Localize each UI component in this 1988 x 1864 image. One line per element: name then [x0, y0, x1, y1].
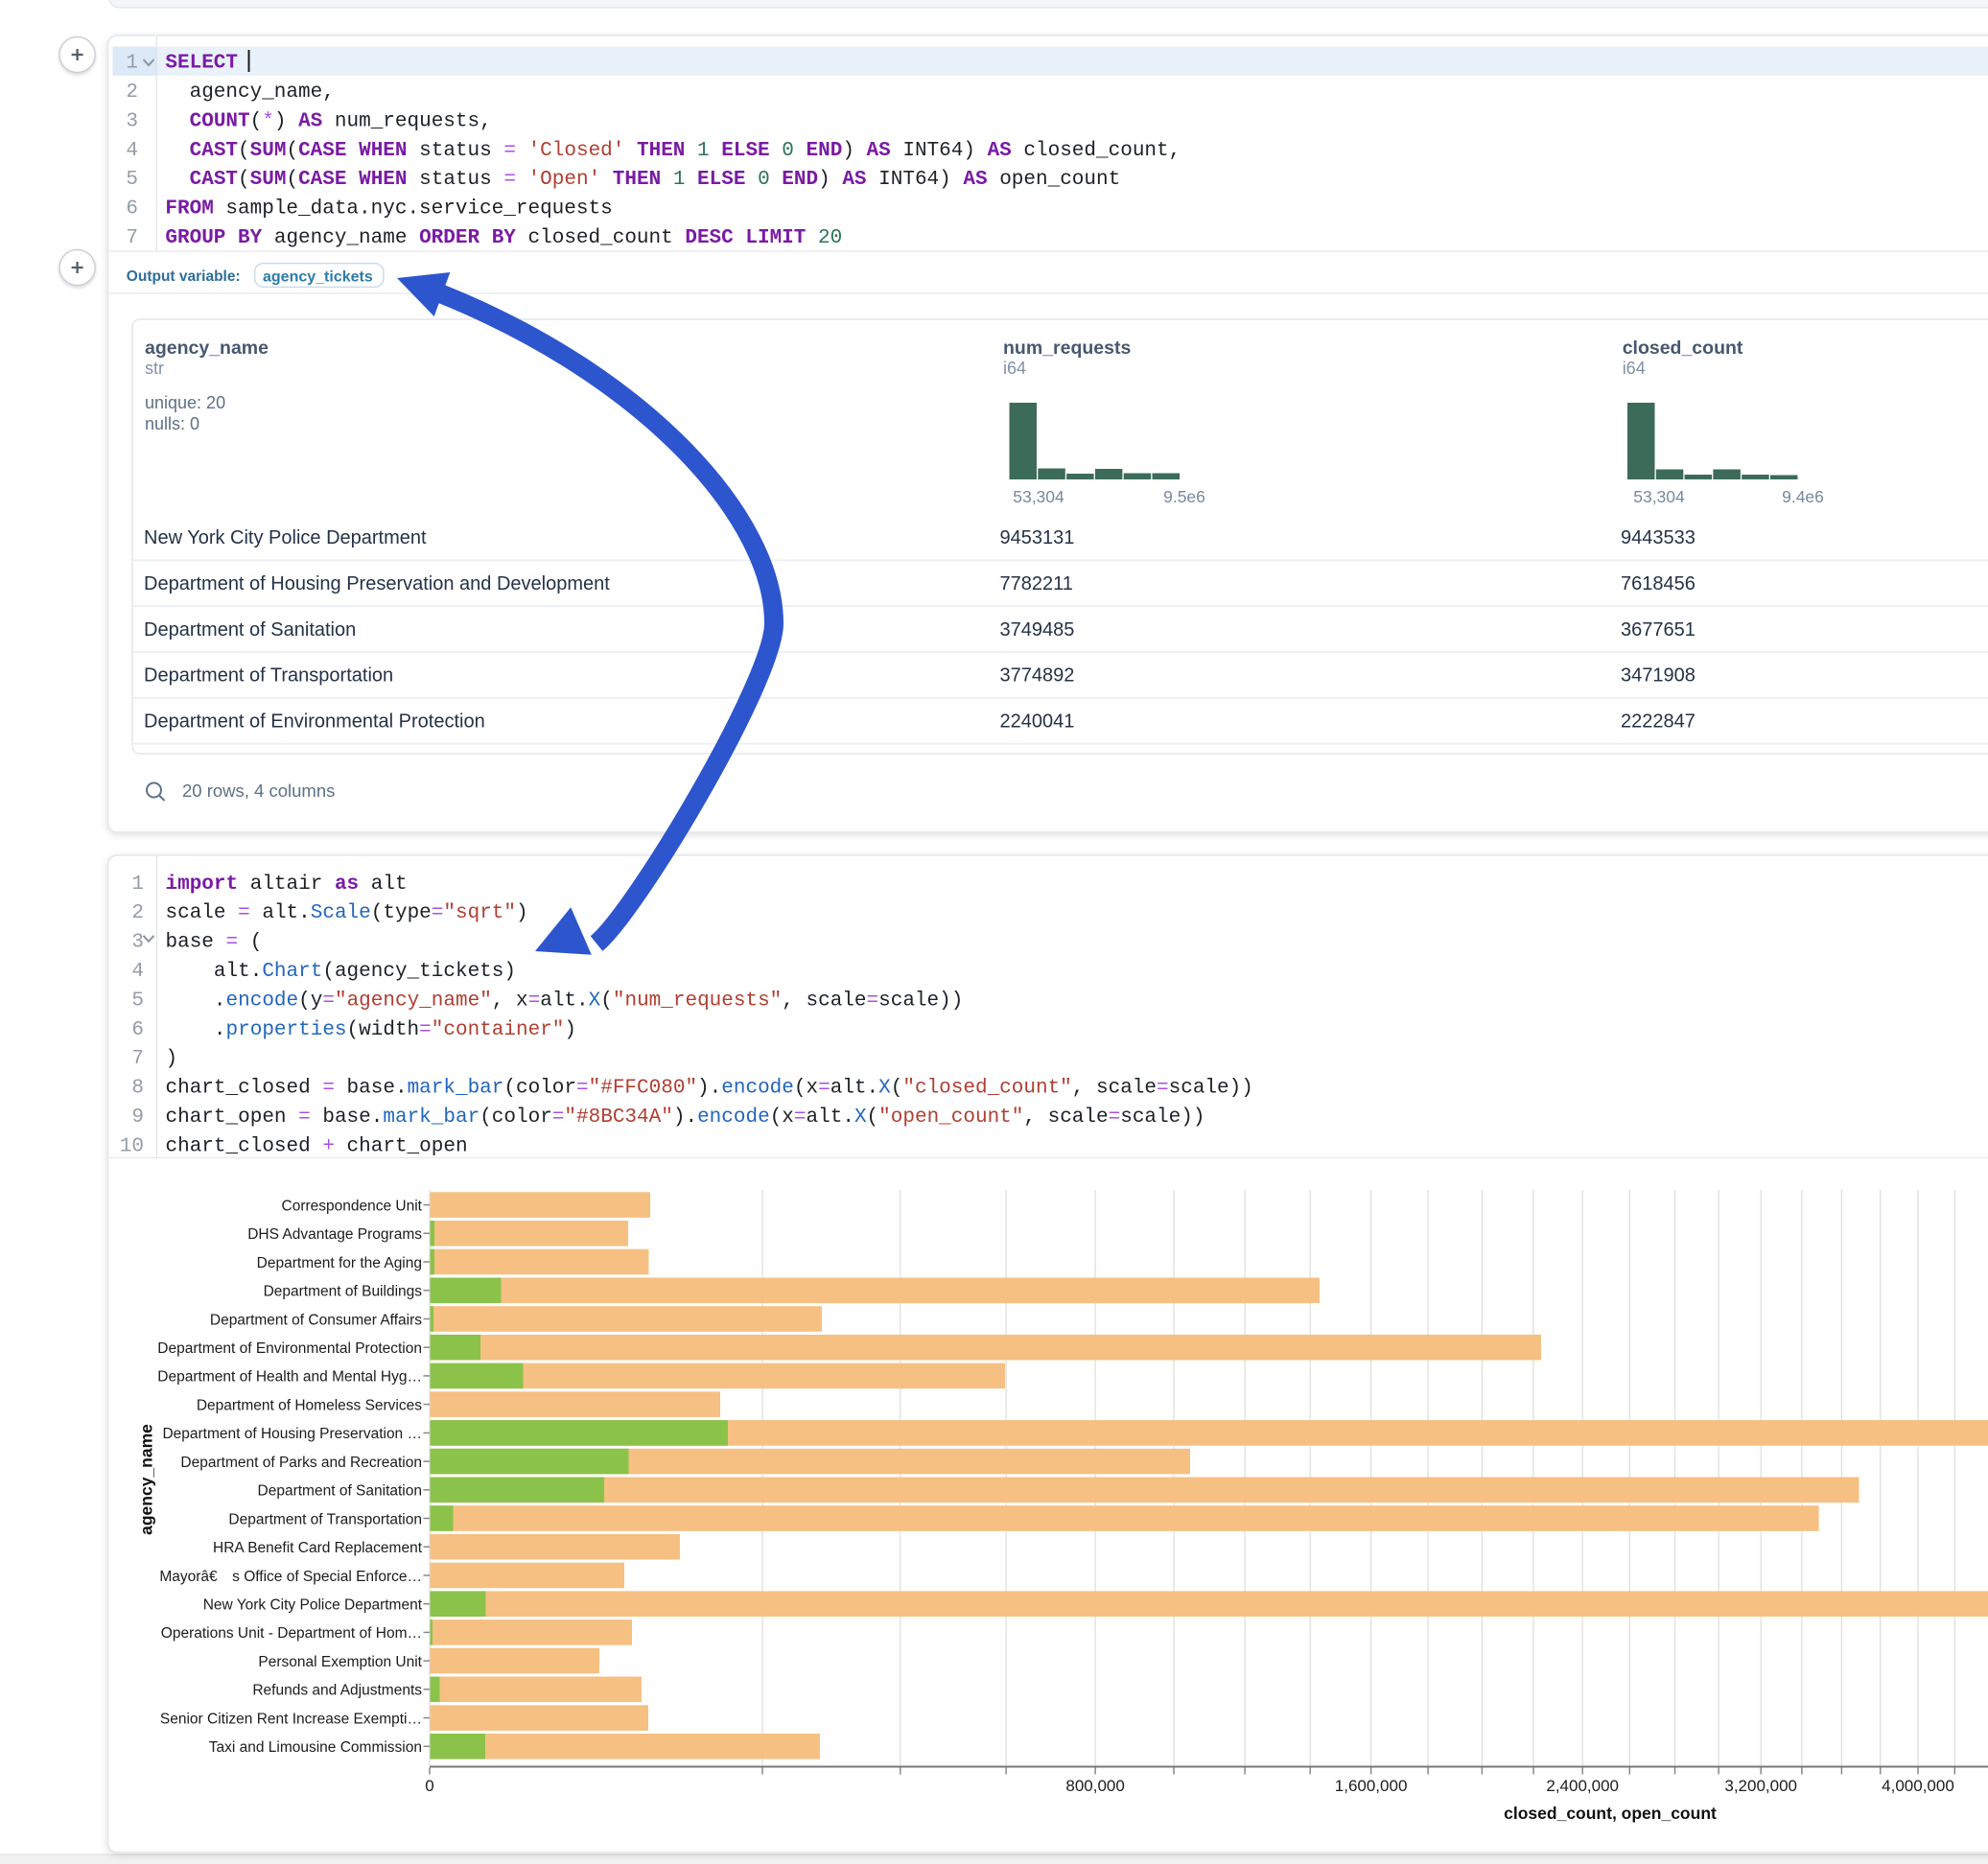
- svg-text:3471908: 3471908: [1621, 665, 1696, 687]
- svg-text:9453131: 9453131: [1000, 527, 1075, 548]
- svg-text:alt.Chart(agency_tickets): alt.Chart(agency_tickets): [166, 961, 516, 983]
- svg-text:i64: i64: [1003, 359, 1026, 378]
- svg-text:4: 4: [131, 961, 144, 983]
- svg-text:3: 3: [131, 932, 144, 954]
- svg-text:Personal Exemption Unit: Personal Exemption Unit: [258, 1654, 422, 1670]
- svg-text:COUNT(*) AS num_requests,: COUNT(*) AS num_requests,: [165, 110, 491, 132]
- svg-text:scale = alt.Scale(type="sqrt"): scale = alt.Scale(type="sqrt"): [166, 902, 528, 924]
- svg-text:0: 0: [425, 1777, 433, 1795]
- svg-text:Refunds and Adjustments: Refunds and Adjustments: [252, 1683, 422, 1699]
- svg-text:9443533: 9443533: [1621, 527, 1696, 548]
- svg-text:Department of Buildings: Department of Buildings: [264, 1284, 423, 1300]
- svg-text:chart_closed = base.mark_bar(c: chart_closed = base.mark_bar(color="#FFC…: [166, 1078, 1253, 1100]
- svg-text:Department of Consumer Affairs: Department of Consumer Affairs: [210, 1312, 422, 1328]
- svg-text:3: 3: [126, 110, 138, 132]
- svg-text:closed_count, open_count: closed_count, open_count: [1504, 1804, 1717, 1823]
- svg-text:Mayorâ€ s Office of Special En: Mayorâ€ s Office of Special Enforce…: [159, 1569, 422, 1585]
- svg-text:1: 1: [126, 53, 138, 75]
- svg-text:Taxi and Limousine Commission: Taxi and Limousine Commission: [209, 1739, 422, 1756]
- svg-text:Correspondence Unit: Correspondence Unit: [282, 1198, 423, 1214]
- svg-text:800,000: 800,000: [1065, 1777, 1124, 1795]
- svg-text:closed_count: closed_count: [1623, 338, 1743, 359]
- svg-text:DHS Advantage Programs: DHS Advantage Programs: [247, 1226, 422, 1243]
- svg-text:5: 5: [126, 169, 138, 191]
- svg-text:7782211: 7782211: [1000, 573, 1073, 594]
- svg-text:HRA Benefit Card Replacement: HRA Benefit Card Replacement: [213, 1540, 423, 1556]
- svg-text:5: 5: [131, 990, 144, 1012]
- svg-text:Department of Environmental Pr: Department of Environmental Protection: [157, 1340, 422, 1357]
- svg-text:CAST(SUM(CASE WHEN status = 'C: CAST(SUM(CASE WHEN status = 'Closed' THE…: [165, 140, 1181, 162]
- svg-text:2222847: 2222847: [1621, 711, 1696, 733]
- svg-text:1,600,000: 1,600,000: [1335, 1777, 1408, 1795]
- svg-text:2,400,000: 2,400,000: [1546, 1777, 1619, 1795]
- svg-text:.properties(width="container"): .properties(width="container"): [166, 1019, 577, 1041]
- svg-text:7: 7: [126, 227, 138, 249]
- svg-text:base = (: base = (: [166, 932, 263, 954]
- svg-text:Output variable:: Output variable:: [127, 268, 241, 285]
- svg-text:6: 6: [131, 1019, 144, 1041]
- svg-text:Department for the Aging: Department for the Aging: [257, 1255, 422, 1271]
- svg-text:2: 2: [131, 902, 144, 924]
- svg-text:chart_closed + chart_open: chart_closed + chart_open: [166, 1135, 468, 1157]
- svg-text:Department of Housing Preserva: Department of Housing Preservation and D…: [144, 573, 610, 594]
- svg-text:Department of Homeless Service: Department of Homeless Services: [197, 1397, 422, 1413]
- svg-text:str: str: [145, 359, 164, 378]
- svg-text:Department of Environmental Pr: Department of Environmental Protection: [144, 711, 485, 733]
- svg-text:unique: 20: unique: 20: [145, 393, 225, 412]
- svg-text:Department of Transportation: Department of Transportation: [144, 665, 393, 687]
- svg-text:8: 8: [131, 1078, 144, 1100]
- svg-text:1: 1: [131, 874, 144, 896]
- svg-text:agency_name,: agency_name,: [165, 82, 334, 104]
- svg-text:Department of Housing Preserva: Department of Housing Preservation …: [162, 1426, 422, 1442]
- svg-text:Operations Unit - Department o: Operations Unit - Department of Hom…: [161, 1625, 422, 1642]
- svg-text:Department of Parks and Recrea: Department of Parks and Recreation: [180, 1455, 422, 1471]
- svg-text:20 rows, 4 columns: 20 rows, 4 columns: [182, 781, 335, 801]
- svg-text:agency_name: agency_name: [137, 1424, 156, 1535]
- svg-text:Department of Sanitation: Department of Sanitation: [144, 619, 356, 641]
- svg-text:10: 10: [120, 1135, 144, 1157]
- svg-text:53,304: 53,304: [1013, 487, 1064, 506]
- svg-text:9.5e6: 9.5e6: [1163, 487, 1205, 506]
- svg-text:3774892: 3774892: [1000, 665, 1075, 687]
- svg-text:GROUP BY agency_name ORDER BY: GROUP BY agency_name ORDER BY closed_cou…: [165, 227, 842, 249]
- svg-text:agency_tickets: agency_tickets: [263, 269, 373, 286]
- svg-text:New York City Police Departmen: New York City Police Department: [144, 527, 427, 548]
- svg-text:2: 2: [126, 82, 138, 104]
- svg-text:53,304: 53,304: [1633, 487, 1685, 506]
- svg-text:9: 9: [131, 1107, 144, 1129]
- svg-text:FROM sample_data.nyc.service_r: FROM sample_data.nyc.service_requests: [165, 198, 612, 221]
- svg-text:Department of Sanitation: Department of Sanitation: [258, 1483, 422, 1500]
- svg-text:chart_open = base.mark_bar(col: chart_open = base.mark_bar(color="#8BC34…: [166, 1107, 1205, 1129]
- svg-text:3749485: 3749485: [1000, 619, 1075, 641]
- svg-text:num_requests: num_requests: [1003, 338, 1131, 359]
- svg-text:i64: i64: [1623, 359, 1646, 378]
- svg-text:agency_name: agency_name: [145, 338, 269, 359]
- svg-text:Senior Citizen Rent Increase E: Senior Citizen Rent Increase Exempti…: [160, 1711, 422, 1727]
- svg-text:New York City Police Departmen: New York City Police Department: [203, 1597, 423, 1614]
- svg-text:9.4e6: 9.4e6: [1782, 487, 1824, 506]
- svg-text:Department of Transportation: Department of Transportation: [228, 1511, 422, 1527]
- svg-text:4,000,000: 4,000,000: [1882, 1777, 1954, 1795]
- svg-text:2240041: 2240041: [1000, 711, 1075, 733]
- svg-text:3,200,000: 3,200,000: [1724, 1777, 1797, 1795]
- svg-text:3677651: 3677651: [1621, 619, 1696, 641]
- svg-text:4: 4: [126, 140, 138, 162]
- svg-text:7618456: 7618456: [1621, 573, 1696, 594]
- svg-text:CAST(SUM(CASE WHEN status = 'O: CAST(SUM(CASE WHEN status = 'Open' THEN …: [165, 169, 1120, 191]
- svg-text:nulls: 0: nulls: 0: [145, 414, 199, 433]
- svg-text:): ): [166, 1048, 178, 1070]
- svg-text:6: 6: [126, 198, 138, 221]
- svg-text:.encode(y="agency_name", x=alt: .encode(y="agency_name", x=alt.X("num_re…: [166, 990, 964, 1012]
- svg-text:Department of Health and Menta: Department of Health and Mental Hyg…: [157, 1369, 422, 1386]
- svg-text:7: 7: [131, 1048, 144, 1070]
- svg-text:SELECT: SELECT: [165, 53, 249, 75]
- svg-text:import altair as alt: import altair as alt: [166, 874, 408, 896]
